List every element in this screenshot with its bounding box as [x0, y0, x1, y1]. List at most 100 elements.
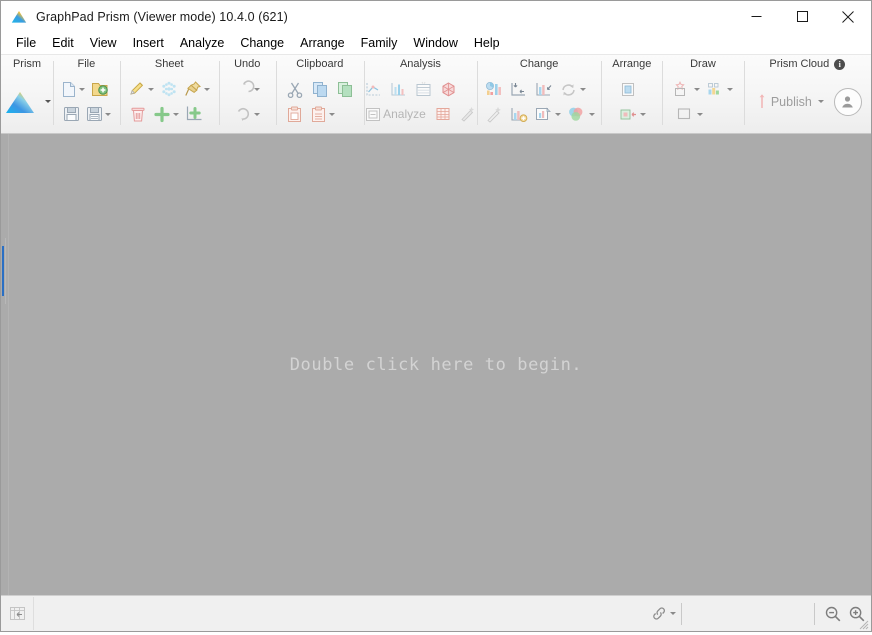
close-button[interactable] — [825, 1, 871, 32]
window-controls — [733, 1, 871, 32]
color-scheme-button[interactable] — [565, 103, 596, 125]
minimize-button[interactable] — [733, 1, 779, 32]
add-sheet-caret-icon — [173, 113, 179, 116]
save-file-button[interactable] — [60, 103, 82, 125]
ribbon-group-change-title: Change — [520, 57, 559, 72]
draw-rectangle-caret-icon — [697, 113, 703, 116]
duplicate-graph-button[interactable] — [533, 103, 562, 125]
paste-special-caret-icon — [329, 113, 335, 116]
analysis-wand-button[interactable] — [457, 103, 479, 125]
publish-arrow-icon — [757, 93, 767, 111]
rename-sheet-caret-icon — [148, 88, 154, 91]
magic-button[interactable] — [483, 103, 505, 125]
menu-item-edit[interactable]: Edit — [44, 34, 82, 53]
menu-item-window[interactable]: Window — [405, 34, 465, 53]
menu-item-help[interactable]: Help — [466, 34, 508, 53]
ribbon-group-prism: Prism — [1, 55, 53, 133]
ribbon-group-draw-title: Draw — [690, 57, 716, 72]
arrange-send-caret-icon — [640, 113, 646, 116]
transpose-caret-icon — [580, 88, 586, 91]
ribbon-group-sheet-title: Sheet — [155, 57, 184, 72]
change-data-sets-button[interactable] — [533, 78, 555, 100]
ribbon-group-prism-cloud-title: Prism Cloud i — [769, 57, 845, 72]
prism-logo-icon — [10, 8, 28, 26]
status-bar — [1, 595, 871, 631]
freeze-sheet-button[interactable] — [158, 78, 180, 100]
status-divider — [681, 603, 682, 625]
prism-menu-caret-icon — [45, 100, 51, 103]
zoom-out-button[interactable] — [821, 602, 845, 626]
publish-button-label: Publish — [771, 95, 812, 109]
add-data-set-button[interactable] — [508, 103, 530, 125]
ribbon-group-undo: Undo — [219, 55, 276, 133]
ribbon-group-analysis: Analysis — [364, 55, 477, 133]
analysis-grid-button[interactable] — [432, 103, 454, 125]
new-file-button[interactable] — [60, 78, 86, 100]
redo-button[interactable] — [234, 103, 261, 125]
interpolate-button[interactable] — [362, 78, 384, 100]
menu-item-arrange[interactable]: Arrange — [292, 34, 352, 53]
draw-objects-caret-icon — [727, 88, 733, 91]
draw-rectangle-button[interactable] — [674, 103, 704, 125]
prism-application-window: GraphPad Prism (Viewer mode) 10.4.0 (621… — [0, 0, 872, 632]
sheet-navigator-icon — [9, 606, 26, 622]
delete-sheet-button[interactable] — [127, 103, 149, 125]
paste-special-button[interactable] — [309, 103, 336, 125]
publish-button[interactable]: Publish — [753, 89, 828, 115]
pin-sheet-caret-icon — [204, 88, 210, 91]
sheet-navigator-button[interactable] — [2, 597, 34, 630]
draw-objects-button[interactable] — [704, 78, 734, 100]
new-file-caret-icon — [79, 88, 85, 91]
ribbon-group-clipboard-title: Clipboard — [296, 57, 343, 72]
menu-item-file[interactable]: File — [8, 34, 44, 53]
menu-item-insert[interactable]: Insert — [125, 34, 172, 53]
analyze-button[interactable]: Analyze — [362, 103, 429, 125]
menu-item-analyze[interactable]: Analyze — [172, 34, 232, 53]
redo-caret-icon — [254, 113, 260, 116]
save-as-caret-icon — [105, 113, 111, 116]
undo-button[interactable] — [234, 78, 261, 100]
color-scheme-caret-icon — [589, 113, 595, 116]
nonlinear-regression-button[interactable] — [387, 78, 409, 100]
open-file-button[interactable] — [89, 78, 111, 100]
new-graph-sheet-button[interactable] — [183, 103, 205, 125]
pin-sheet-button[interactable] — [183, 78, 211, 100]
arrange-layout-button[interactable] — [617, 78, 639, 100]
navigator-collapse-handle[interactable] — [2, 246, 4, 296]
prism-menu-button[interactable] — [2, 80, 52, 124]
analyze-button-label: Analyze — [383, 107, 426, 121]
pca-button[interactable] — [437, 78, 459, 100]
menu-bar: File Edit View Insert Analyze Change Arr… — [1, 32, 871, 55]
status-tools — [651, 597, 869, 630]
info-icon[interactable]: i — [834, 59, 845, 70]
arrange-send-button[interactable] — [617, 103, 647, 125]
maximize-button[interactable] — [779, 1, 825, 32]
ribbon-group-arrange: Arrange — [601, 55, 662, 133]
draw-shape-button[interactable] — [671, 78, 701, 100]
change-graph-type-button[interactable] — [483, 78, 505, 100]
cut-button[interactable] — [284, 78, 306, 100]
menu-item-view[interactable]: View — [82, 34, 125, 53]
ribbon-group-file-title: File — [78, 57, 96, 72]
ribbon-group-draw: Draw — [662, 55, 743, 133]
copy-button[interactable] — [309, 78, 331, 100]
paste-button[interactable] — [284, 103, 306, 125]
duplicate-button[interactable] — [334, 78, 356, 100]
menu-item-family[interactable]: Family — [353, 34, 406, 53]
results-table-button[interactable] — [412, 78, 434, 100]
ribbon-group-change: Change — [477, 55, 601, 133]
rename-sheet-button[interactable] — [127, 78, 155, 100]
ribbon-group-prism-cloud-label: Prism Cloud — [769, 57, 829, 72]
transpose-button[interactable] — [558, 78, 587, 100]
publish-caret-icon — [818, 100, 824, 103]
user-account-avatar[interactable] — [834, 88, 862, 116]
draw-shape-caret-icon — [694, 88, 700, 91]
resize-grip[interactable] — [857, 617, 869, 629]
link-button[interactable] — [651, 602, 675, 626]
change-axes-button[interactable] — [508, 78, 530, 100]
save-as-button[interactable] — [85, 103, 112, 125]
menu-item-change[interactable]: Change — [232, 34, 292, 53]
navigator-panel-edge — [5, 238, 6, 304]
work-area[interactable]: Double click here to begin. — [1, 134, 871, 595]
add-sheet-button[interactable] — [152, 103, 180, 125]
